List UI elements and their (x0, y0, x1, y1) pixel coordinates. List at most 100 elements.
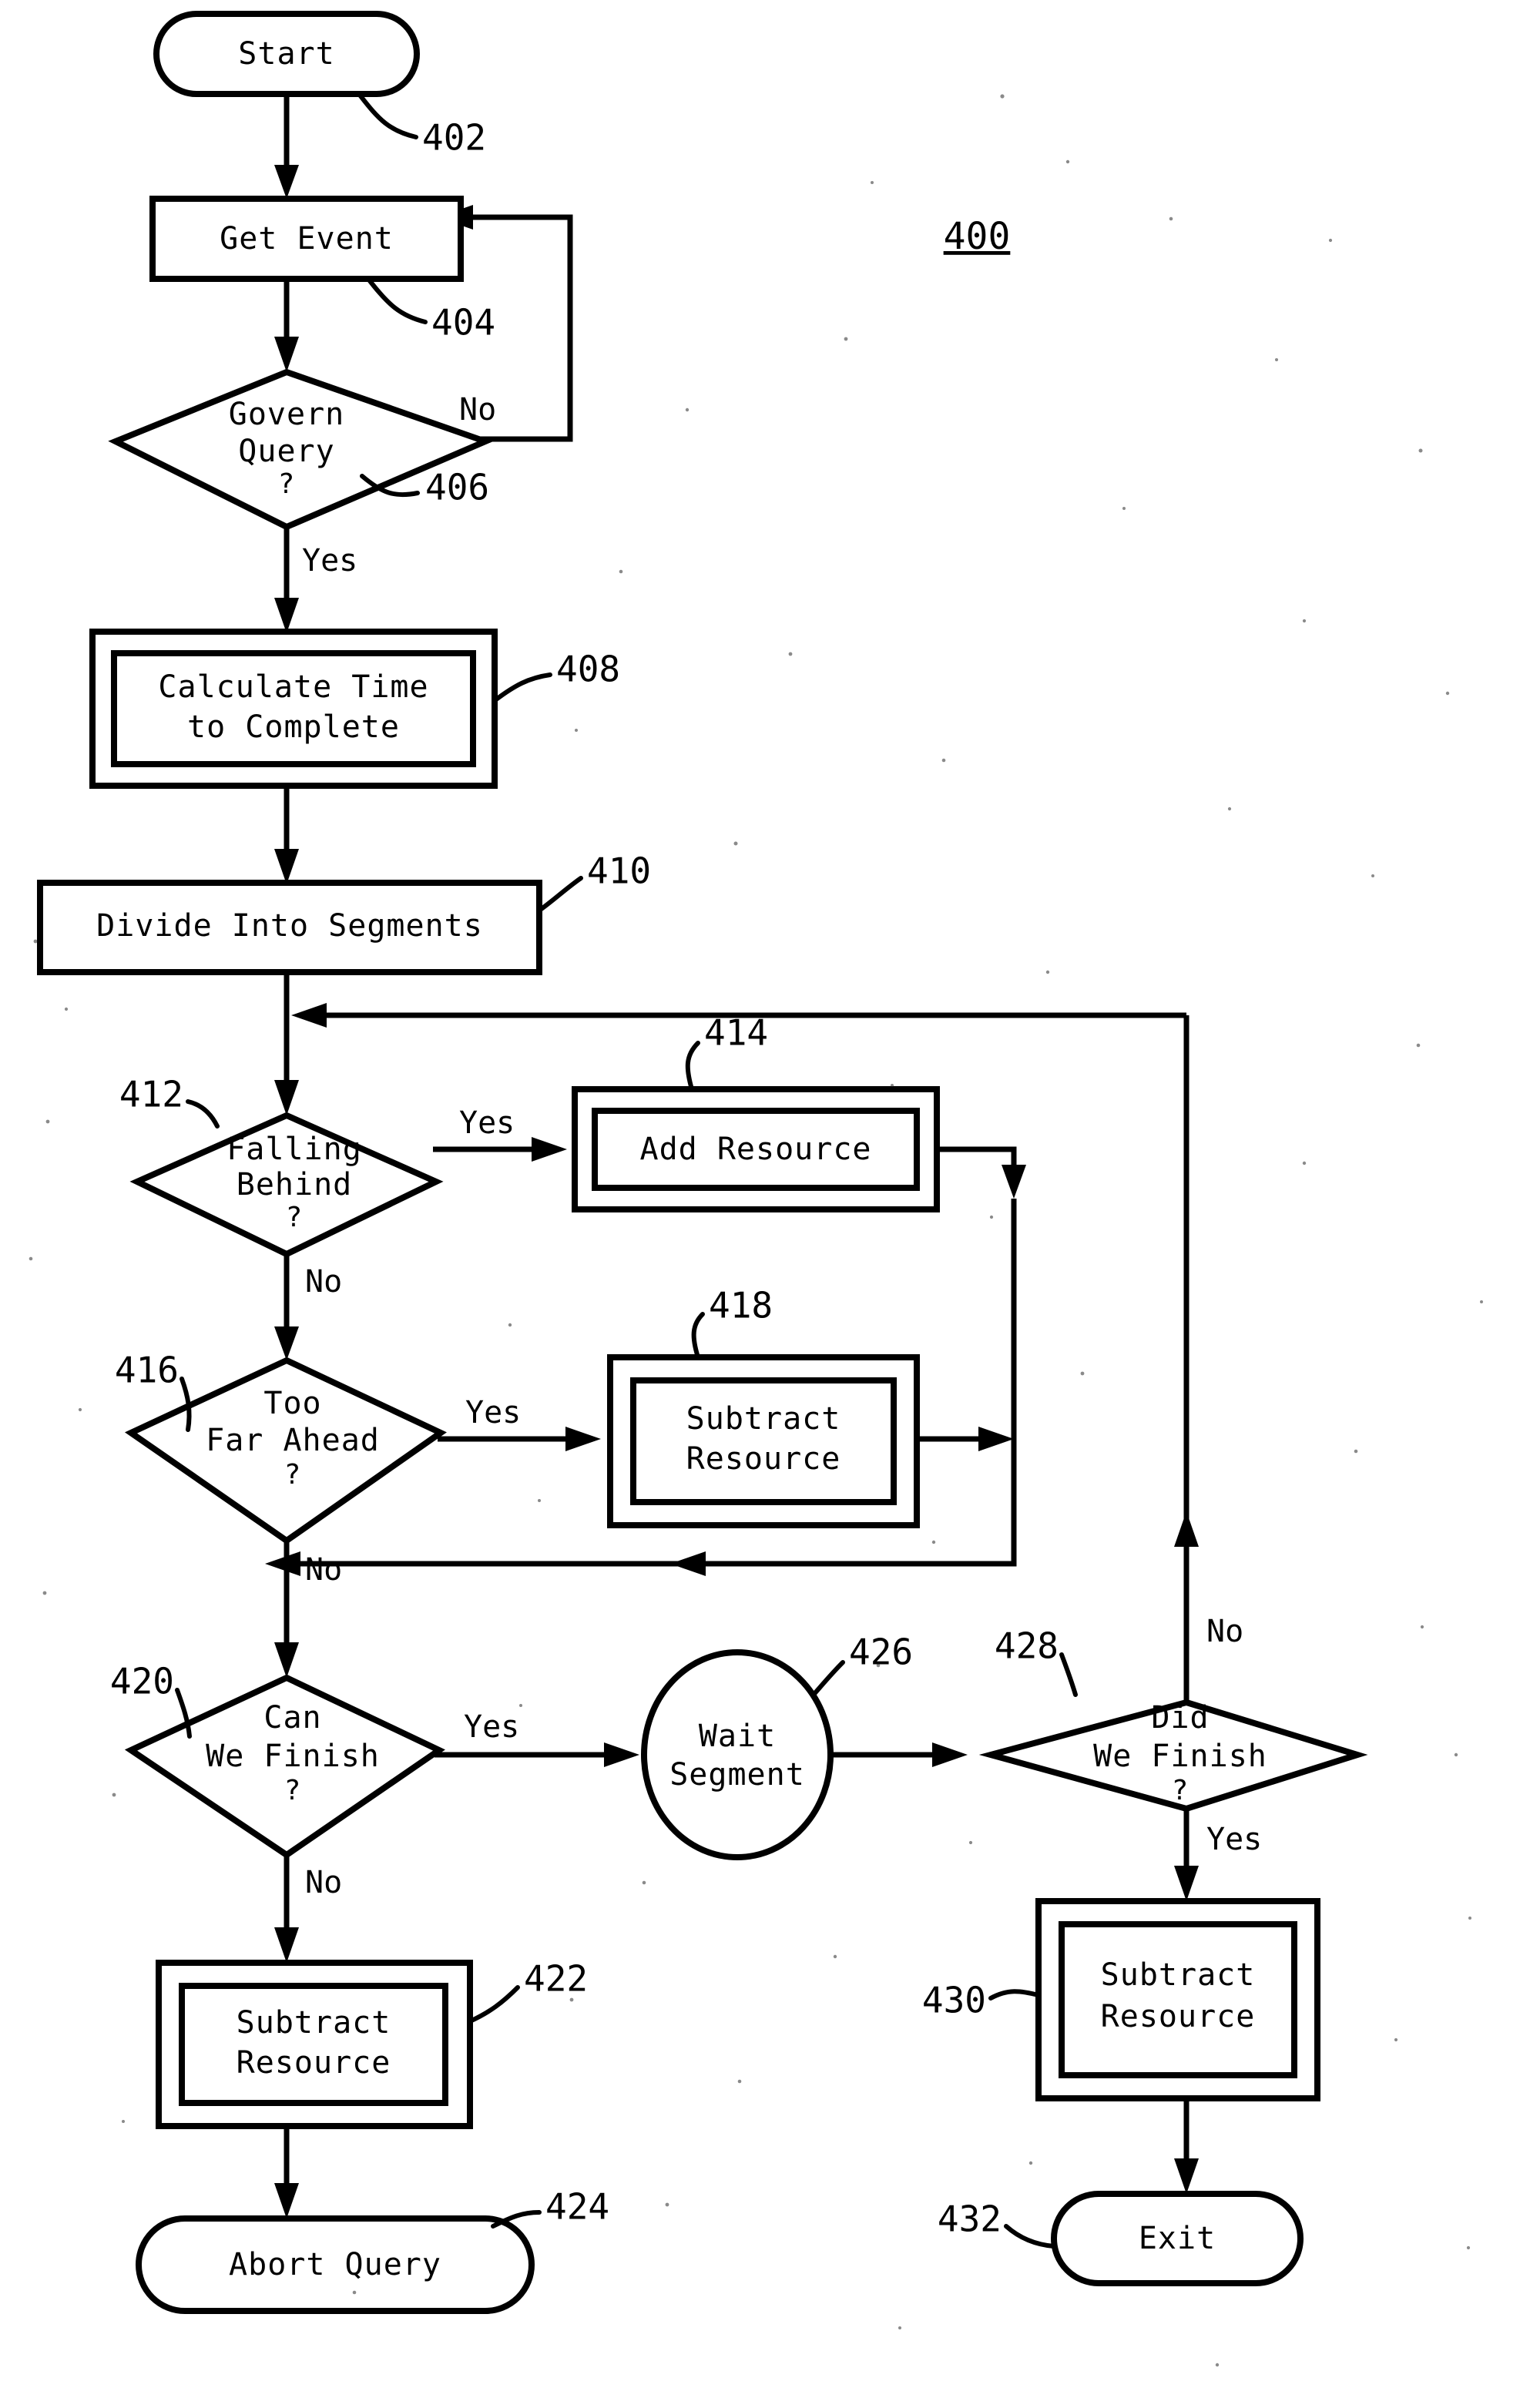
figure-number-label: 400 (944, 215, 1011, 258)
node-too-far-ahead-label-line3: ? (284, 1459, 302, 1491)
node-can-we-finish-label-line2: We Finish (206, 1739, 380, 1774)
node-subtract-resource-422[interactable]: Subtract Resource (156, 1960, 473, 2129)
arrowhead-merge-into-trunk (265, 1551, 300, 1576)
node-can-we-finish[interactable]: Can We Finish ? (124, 1674, 445, 1859)
leader-422 (468, 1985, 520, 2024)
arrowhead-merge-midway (670, 1551, 706, 1576)
node-falling-behind-label-line1: Falling (226, 1132, 362, 1167)
leader-410 (537, 876, 583, 913)
ref-numeral-420: 420 (110, 1661, 174, 1702)
node-subtract-resource-418[interactable]: Subtract Resource (607, 1354, 920, 1528)
leader-428 (1059, 1652, 1078, 1697)
edge-label-toofar-yes: Yes (465, 1395, 521, 1430)
node-subtract-422-label-line1: Subtract (237, 2005, 391, 2041)
arrowhead-didfinish-yes-sub430 (1174, 1866, 1199, 1901)
node-calculate-time[interactable]: Calculate Time to Complete (89, 629, 498, 789)
edge-label-didfinish-no: No (1206, 1614, 1243, 1649)
node-subtract-430-label-line1: Subtract (1101, 1957, 1256, 1993)
arrowhead-divide-falling (274, 1080, 299, 1115)
ref-numeral-430: 430 (922, 1980, 986, 2021)
node-subtract-resource-430[interactable]: Subtract Resource (1035, 1898, 1320, 2101)
circle-shape-wait-segment (641, 1649, 834, 1860)
arrowhead-start-get-event (274, 165, 299, 199)
leader-418 (691, 1312, 705, 1360)
node-did-we-finish-label-line1: Did (1151, 1700, 1209, 1736)
ref-numeral-414: 414 (704, 1012, 768, 1054)
edge-label-didfinish-yes: Yes (1206, 1822, 1262, 1857)
predefined-inner-subtract-422 (179, 1983, 448, 2106)
ref-numeral-406: 406 (425, 467, 489, 508)
leader-408 (494, 672, 552, 702)
arrowhead-govern-yes-calc (274, 598, 299, 633)
node-subtract-418-label-line1: Subtract (686, 1401, 841, 1437)
ref-numeral-412: 412 (119, 1074, 183, 1115)
arrowhead-outer-feedback-into-trunk (291, 1003, 327, 1028)
node-calculate-time-label-line2: to Complete (187, 709, 400, 745)
node-calculate-time-label-line1: Calculate Time (158, 669, 428, 705)
node-start[interactable]: Start (153, 11, 420, 97)
edge-label-canfinish-no: No (305, 1865, 342, 1900)
patent-figure-400: Start Get Event Govern Query ? Calculate… (0, 0, 1520, 2408)
ref-numeral-432: 432 (938, 2198, 1002, 2240)
node-did-we-finish-label-line3: ? (1172, 1775, 1189, 1806)
node-falling-behind-label-line2: Behind (237, 1167, 353, 1202)
edge-label-falling-no: No (305, 1264, 342, 1300)
node-get-event-label: Get Event (220, 221, 394, 257)
ref-numeral-424: 424 (545, 2186, 609, 2228)
ref-numeral-404: 404 (431, 302, 495, 344)
edge-label-toofar-no: No (305, 1552, 342, 1588)
leader-432 (1004, 2224, 1056, 2249)
node-can-we-finish-label-line3: ? (284, 1775, 302, 1806)
node-add-resource[interactable]: Add Resource (572, 1086, 940, 1212)
edge-label-canfinish-yes: Yes (464, 1709, 519, 1745)
node-get-event[interactable]: Get Event (149, 196, 464, 282)
node-add-resource-label: Add Resource (640, 1132, 872, 1167)
node-abort-query[interactable]: Abort Query (136, 2215, 535, 2314)
arrowhead-sub418-midrail (978, 1427, 1014, 1451)
ref-numeral-422: 422 (524, 1958, 588, 2000)
ref-numeral-416: 416 (115, 1350, 179, 1391)
node-wait-segment[interactable]: Wait Segment (641, 1649, 834, 1860)
ref-numeral-410: 410 (587, 850, 651, 892)
leader-414 (685, 1041, 700, 1092)
arrowhead-falling-yes-add (532, 1137, 567, 1162)
ref-numeral-418: 418 (709, 1285, 773, 1326)
node-exit[interactable]: Exit (1051, 2191, 1304, 2286)
arrowhead-wait-didfinish (932, 1742, 968, 1767)
node-did-we-finish-label-line2: We Finish (1093, 1739, 1267, 1774)
node-falling-behind[interactable]: Falling Behind ? (129, 1112, 444, 1258)
ref-numeral-408: 408 (556, 649, 620, 690)
node-govern-query-label-line1: Govern (229, 397, 345, 432)
node-too-far-ahead-label-line2: Far Ahead (206, 1423, 380, 1458)
node-subtract-418-label-line2: Resource (686, 1441, 841, 1477)
arrowhead-canfinish-yes-wait (604, 1742, 639, 1767)
arrowhead-sub422-abort (274, 2183, 299, 2219)
arrowhead-get-event-govern (274, 337, 299, 372)
node-start-label: Start (238, 36, 334, 72)
node-wait-segment-label-line1: Wait (699, 1719, 776, 1754)
leader-404 (366, 277, 428, 324)
node-subtract-430-label-line2: Resource (1101, 1999, 1256, 2034)
node-exit-label: Exit (1139, 2221, 1216, 2256)
node-govern-query-label-line3: ? (278, 468, 296, 500)
leader-402 (357, 92, 418, 139)
arrowhead-toofar-yes-sub418 (565, 1427, 601, 1451)
arrowhead-add-down-midrail (1002, 1165, 1026, 1199)
node-govern-query-label-line2: Query (238, 434, 334, 469)
ref-numeral-426: 426 (849, 1632, 913, 1673)
node-too-far-ahead-label-line1: Too (263, 1386, 321, 1421)
leader-412 (186, 1099, 220, 1129)
node-falling-behind-label-line3: ? (286, 1202, 304, 1233)
edge-add-out-right (937, 1146, 1017, 1177)
node-divide-into-segments[interactable]: Divide Into Segments (37, 880, 542, 975)
edge-label-govern-yes: Yes (302, 543, 357, 579)
node-subtract-422-label-line2: Resource (237, 2045, 391, 2081)
node-wait-segment-label-line2: Segment (669, 1757, 805, 1793)
ref-numeral-402: 402 (422, 117, 486, 159)
node-can-we-finish-label-line1: Can (263, 1700, 321, 1736)
edge-label-falling-yes: Yes (459, 1105, 515, 1141)
arrowhead-calc-divide (274, 849, 299, 884)
node-did-we-finish[interactable]: Did We Finish ? (978, 1699, 1368, 1813)
flowchart-canvas: Start Get Event Govern Query ? Calculate… (29, 11, 1483, 2367)
arrowhead-sub430-exit (1174, 2158, 1199, 2194)
